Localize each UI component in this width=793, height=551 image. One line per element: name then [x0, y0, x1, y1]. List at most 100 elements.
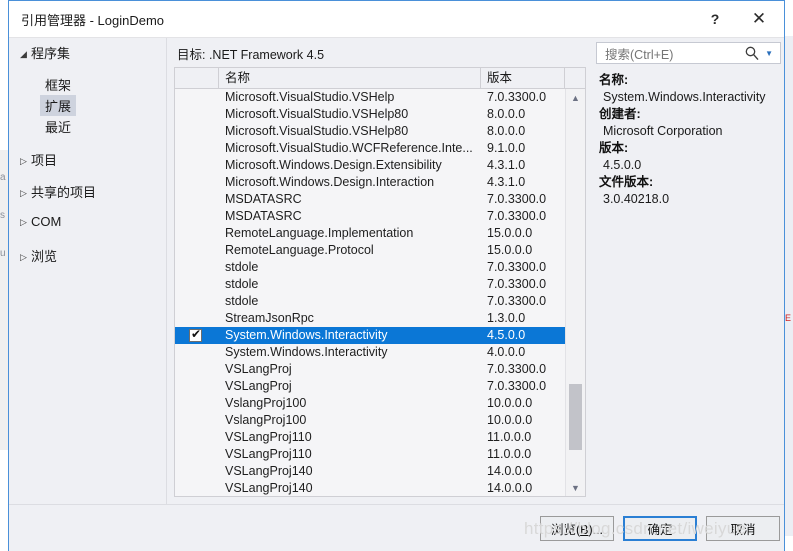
- row-name: VslangProj100: [225, 413, 307, 427]
- scroll-up-icon[interactable]: ▲: [566, 89, 585, 107]
- row-name: RemoteLanguage.Implementation: [225, 226, 414, 240]
- row-version: 7.0.3300.0: [487, 90, 547, 104]
- column-header-checkbox[interactable]: [175, 68, 219, 88]
- detail-value: 3.0.40218.0: [603, 192, 670, 206]
- row-checkbox[interactable]: ✔: [189, 327, 202, 342]
- dialog-footer: 浏览(B)... 确定 取消: [9, 504, 784, 551]
- table-row[interactable]: stdole 7.0.3300.0: [175, 276, 565, 293]
- search-icon[interactable]: [744, 45, 760, 61]
- table-row[interactable]: MSDATASRC 7.0.3300.0: [175, 191, 565, 208]
- row-name: VSLangProj: [225, 379, 292, 393]
- table-row[interactable]: Microsoft.Windows.Design.Extensibility 4.…: [175, 157, 565, 174]
- table-row[interactable]: ✔ System.Windows.Interactivity 4.5.0.0: [175, 327, 565, 344]
- assembly-list: 名称 版本 Microsoft.VisualStudio.VSHelp 7.0.3…: [174, 67, 586, 497]
- table-row[interactable]: MSDATASRC 7.0.3300.0: [175, 208, 565, 225]
- assembly-details: 名称: System.Windows.Interactivity 创建者: Micro…: [599, 72, 783, 208]
- row-name: VSLangProj140: [225, 464, 313, 478]
- detail-value: 4.5.0.0: [603, 158, 642, 172]
- tree-group-label: 浏览: [31, 249, 58, 264]
- search-input[interactable]: [603, 46, 741, 64]
- detail-key: 文件版本:: [599, 175, 654, 189]
- row-version: 14.0.0.0: [487, 481, 533, 495]
- row-version: 8.0.0.0: [487, 107, 526, 121]
- scroll-down-icon[interactable]: ▼: [566, 479, 585, 496]
- row-version: 7.0.3300.0: [487, 294, 547, 308]
- help-button[interactable]: ?: [693, 1, 737, 36]
- close-button[interactable]: ✕: [737, 1, 781, 36]
- column-header-filler: [565, 68, 585, 88]
- table-row[interactable]: StreamJsonRpc 1.3.0.0: [175, 310, 565, 327]
- window-title: 引用管理器 - LoginDemo: [21, 13, 165, 28]
- target-framework-label: 目标: .NET Framework 4.5: [177, 48, 325, 62]
- sidebar-item-label: 扩展: [45, 99, 72, 114]
- table-row[interactable]: stdole 7.0.3300.0: [175, 259, 565, 276]
- row-version: 15.0.0.0: [487, 226, 533, 240]
- detail-value: Microsoft Corporation: [603, 124, 723, 138]
- dialog-body: ◢ 程序集 框架 扩展 最近 ▷ 项目 ▷ 共享的项目 ▷ COM ▷ 浏览 目…: [9, 38, 784, 504]
- twisty-collapsed-icon: ▷: [20, 156, 27, 166]
- browse-button[interactable]: 浏览(B)...: [540, 516, 614, 541]
- table-row[interactable]: System.Windows.Interactivity 4.0.0.0: [175, 344, 565, 361]
- reference-manager-dialog: 引用管理器 - LoginDemo ? ✕ ◢ 程序集 框架 扩展 最近 ▷ 项…: [8, 0, 785, 551]
- row-version: 7.0.3300.0: [487, 192, 547, 206]
- list-vertical-scrollbar[interactable]: ▲ ▼: [565, 89, 585, 496]
- table-row[interactable]: VSLangProj110 11.0.0.0: [175, 446, 565, 463]
- sidebar-item-label: 最近: [45, 120, 72, 135]
- detail-value: System.Windows.Interactivity: [603, 90, 766, 104]
- row-name: stdole: [225, 260, 259, 274]
- tree-group-browse[interactable]: ▷ 浏览: [16, 246, 57, 265]
- cancel-button[interactable]: 取消: [706, 516, 780, 541]
- row-name: StreamJsonRpc: [225, 311, 314, 325]
- detail-key: 创建者:: [599, 107, 641, 121]
- row-version: 11.0.0.0: [487, 447, 532, 461]
- table-row[interactable]: Microsoft.VisualStudio.VSHelp80 8.0.0.0: [175, 123, 565, 140]
- tree-group-com[interactable]: ▷ COM: [16, 214, 61, 229]
- row-version: 4.5.0.0: [487, 328, 526, 342]
- column-header-name[interactable]: 名称: [219, 68, 481, 88]
- close-icon: ✕: [751, 9, 767, 28]
- row-name: Microsoft.VisualStudio.VSHelp80: [225, 107, 409, 121]
- row-version: 10.0.0.0: [487, 396, 533, 410]
- table-row[interactable]: VslangProj100 10.0.0.0: [175, 395, 565, 412]
- table-row[interactable]: VSLangProj 7.0.3300.0: [175, 361, 565, 378]
- table-row[interactable]: VSLangProj140 14.0.0.0: [175, 480, 565, 496]
- chevron-down-icon[interactable]: ▼: [765, 49, 773, 58]
- twisty-collapsed-icon: ▷: [20, 217, 27, 227]
- row-name: Microsoft.Windows.Design.Interaction: [225, 175, 435, 189]
- table-row[interactable]: Microsoft.Windows.Design.Interaction 4.3.…: [175, 174, 565, 191]
- tree-group-label: COM: [31, 214, 62, 229]
- row-version: 15.0.0.0: [487, 243, 533, 257]
- table-row[interactable]: RemoteLanguage.Implementation 15.0.0.0: [175, 225, 565, 242]
- sidebar-item-recent[interactable]: 最近: [40, 116, 76, 137]
- table-row[interactable]: Microsoft.VisualStudio.VSHelp 7.0.3300.0: [175, 89, 565, 106]
- tree-group-projects[interactable]: ▷ 项目: [16, 150, 57, 169]
- sidebar-item-framework[interactable]: 框架: [40, 74, 76, 95]
- table-row[interactable]: VSLangProj140 14.0.0.0: [175, 463, 565, 480]
- row-name: stdole: [225, 294, 259, 308]
- table-row[interactable]: VslangProj100 10.0.0.0: [175, 412, 565, 429]
- assembly-list-panel: 目标: .NET Framework 4.5 名称 版本 Microsoft.V…: [167, 38, 592, 504]
- table-row[interactable]: stdole 7.0.3300.0: [175, 293, 565, 310]
- row-version: 14.0.0.0: [487, 464, 533, 478]
- ok-button[interactable]: 确定: [623, 516, 697, 541]
- row-version: 10.0.0.0: [487, 413, 533, 427]
- check-icon: ✔: [191, 327, 202, 341]
- table-row[interactable]: Microsoft.VisualStudio.WCFReference.Inte…: [175, 140, 565, 157]
- row-name: Microsoft.VisualStudio.WCFReference.Inte…: [225, 141, 473, 155]
- table-row[interactable]: VSLangProj 7.0.3300.0: [175, 378, 565, 395]
- tree-group-shared-projects[interactable]: ▷ 共享的项目: [16, 182, 96, 201]
- list-rows[interactable]: Microsoft.VisualStudio.VSHelp 7.0.3300.0 M…: [175, 89, 565, 496]
- row-name: Microsoft.Windows.Design.Extensibility: [225, 158, 442, 172]
- search-box[interactable]: ▼: [596, 42, 781, 64]
- table-row[interactable]: RemoteLanguage.Protocol 15.0.0.0: [175, 242, 565, 259]
- row-name: MSDATASRC: [225, 192, 302, 206]
- scrollbar-thumb[interactable]: [569, 384, 582, 450]
- column-header-version[interactable]: 版本: [481, 68, 565, 88]
- row-version: 1.3.0.0: [487, 311, 526, 325]
- table-row[interactable]: VSLangProj110 11.0.0.0: [175, 429, 565, 446]
- sidebar-item-extensions[interactable]: 扩展: [40, 95, 77, 116]
- table-row[interactable]: Microsoft.VisualStudio.VSHelp80 8.0.0.0: [175, 106, 565, 123]
- row-name: System.Windows.Interactivity: [225, 328, 388, 342]
- tree-group-assemblies[interactable]: ◢ 程序集: [16, 43, 70, 62]
- row-name: stdole: [225, 277, 259, 291]
